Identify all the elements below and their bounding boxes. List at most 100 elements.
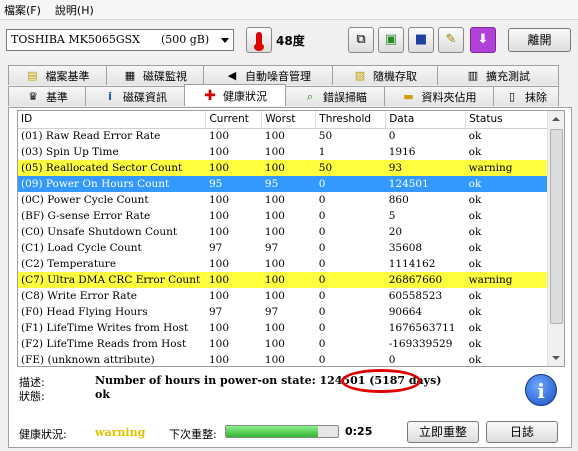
health-cross-icon: ✚ (204, 87, 216, 104)
table-row[interactable]: (09) Power On Hours Count 95 95 0 124501 ok (18, 176, 548, 192)
table-row[interactable]: (C2) Temperature 100 100 0 1114162 ok (18, 256, 548, 272)
tab-folder-usage[interactable]: ▬ 資料夾佔用 (384, 86, 494, 106)
red-circle-annotation (341, 369, 421, 393)
table-cell: 0 (315, 272, 386, 288)
tool-button[interactable]: ✎ (438, 27, 464, 53)
speaker-icon: ◀ (227, 68, 237, 82)
table-row[interactable]: (C1) Load Cycle Count 97 97 0 35608 ok (18, 240, 548, 256)
tab-file-benchmark[interactable]: ▤ 檔案基準 (8, 65, 107, 85)
table-row[interactable]: (01) Raw Read Error Rate 100 100 50 0 ok (18, 128, 548, 144)
random-access-icon: ▧ (354, 68, 366, 82)
table-cell: 100 (264, 338, 285, 350)
table-cell: ok (468, 146, 482, 158)
table-cell: ok (468, 290, 482, 302)
table-row[interactable]: (F1) LifeTime Writes from Host 100 100 0 167… (18, 320, 548, 336)
tab-random-access[interactable]: ▧ 隨機存取 (332, 65, 438, 85)
table-cell: 60558523 (388, 290, 443, 302)
table-cell: 35608 (388, 242, 423, 254)
menu-file[interactable]: 檔案(F) (4, 2, 41, 18)
refresh-now-button[interactable]: 立即重整 (407, 421, 479, 443)
scroll-up-icon[interactable] (548, 111, 564, 127)
col-header-threshold[interactable]: Threshold (315, 111, 387, 129)
tab-label: 自動噪音管理 (245, 69, 311, 83)
table-cell: 0 (318, 338, 326, 350)
table-cell: 97 (208, 306, 223, 318)
magnifier-icon: ⌕ (306, 89, 314, 103)
download-icon: ⬇ (477, 32, 489, 47)
drive-select[interactable]: TOSHIBA MK5065GSX (500 gB) (6, 29, 234, 51)
table-cell: 100 (264, 290, 285, 302)
col-header-id[interactable]: ID (18, 111, 207, 129)
table-row[interactable]: (BF) G-sense Error Rate 100 100 0 5 ok (18, 208, 548, 224)
health-panel: ID Current Worst Threshold Data Status (… (8, 107, 572, 448)
table-row[interactable]: (F2) LifeTime Reads from Host 100 100 0 -169… (18, 336, 548, 352)
toolbar: TOSHIBA MK5065GSX (500 gB) 48度 ⧉ ▣ ■ ✎ ⬇… (0, 20, 578, 60)
log-button[interactable]: 日誌 (486, 421, 558, 443)
table-cell: (C8) Write Error Rate (21, 290, 137, 302)
table-cell: 100 (208, 258, 230, 270)
table-row[interactable]: (C7) Ultra DMA CRC Error Count 100 100 0 268… (18, 272, 548, 288)
table-cell: 100 (264, 354, 285, 366)
table-cell: 95 (261, 176, 316, 192)
table-cell: 100 (205, 272, 262, 288)
tab-disk-monitor[interactable]: ▦ 磁碟監視 (106, 65, 204, 85)
table-cell: (BF) G-sense Error Rate (21, 210, 151, 222)
thermometer-bulb (254, 43, 264, 51)
table-cell: (09) Power On Hours Count (18, 176, 206, 192)
table-cell: 100 (264, 194, 285, 206)
tab-noise-management[interactable]: ◀ 自動噪音管理 (203, 65, 333, 85)
table-cell: 20 (388, 226, 403, 238)
table-row[interactable]: (C8) Write Error Rate 100 100 0 60558523 ok (18, 288, 548, 304)
table-row[interactable]: (C0) Unsafe Shutdown Count 100 100 0 20 ok (18, 224, 548, 240)
table-cell: (C2) Temperature (21, 258, 117, 270)
col-header-status[interactable]: Status (465, 111, 548, 129)
scroll-down-icon[interactable] (548, 350, 564, 366)
table-cell: 100 (208, 338, 230, 350)
menu-help[interactable]: 說明(H) (55, 2, 94, 18)
table-cell: 100 (208, 354, 230, 366)
tab-label: 磁碟資訊 (123, 90, 167, 104)
table-cell: 0 (388, 130, 396, 143)
table-row[interactable]: (0C) Power Cycle Count 100 100 0 860 ok (18, 192, 548, 208)
table-scrollbar[interactable] (547, 111, 564, 366)
table-cell: 90664 (388, 306, 423, 318)
table-cell: 0 (315, 176, 386, 192)
table-cell: (C1) Load Cycle Count (21, 242, 142, 254)
table-row[interactable]: (F0) Head Flying Hours 97 97 0 90664 ok (18, 304, 548, 320)
table-row[interactable]: (03) Spin Up Time 100 100 1 1916 ok (18, 144, 548, 160)
table-cell: (03) Spin Up Time (21, 146, 119, 158)
table-cell: 1916 (388, 146, 416, 158)
paste-button[interactable]: ▣ (378, 27, 404, 53)
table-cell: 100 (261, 272, 316, 288)
tab-health[interactable]: ✚ 健康狀況 (184, 84, 286, 106)
col-header-current[interactable]: Current (205, 111, 263, 129)
table-cell: 0 (318, 258, 326, 270)
table-row[interactable]: (05) Reallocated Sector Count 100 100 50 93 w… (18, 160, 548, 176)
table-cell: (01) Raw Read Error Rate (21, 130, 161, 143)
save-button[interactable]: ■ (408, 27, 434, 53)
table-cell: (C7) Ultra DMA CRC Error Count (18, 272, 206, 288)
col-header-data[interactable]: Data (385, 111, 467, 129)
table-cell: (FE) (unknown attribute) (21, 354, 155, 366)
tab-erase[interactable]: ▯ 抹除 (493, 86, 559, 106)
table-cell: ok (468, 210, 482, 222)
exit-button[interactable]: 離開 (508, 28, 571, 52)
chevron-down-icon (221, 38, 229, 43)
table-cell: 97 (208, 242, 223, 254)
tab-disk-info[interactable]: i 磁碟資訊 (85, 86, 185, 106)
col-header-worst[interactable]: Worst (261, 111, 317, 129)
table-cell: 93 (385, 160, 466, 176)
table-row[interactable]: (FE) (unknown attribute) 100 100 0 0 ok (18, 352, 548, 366)
tab-benchmark[interactable]: ♛ 基準 (8, 86, 86, 106)
download-button[interactable]: ⬇ (470, 27, 496, 53)
tab-label: 資料夾佔用 (421, 90, 477, 104)
tab-extra-test[interactable]: ▥ 擴充測試 (437, 65, 559, 85)
info-icon[interactable]: i (525, 374, 557, 406)
tab-error-scan[interactable]: ⌕ 錯誤掃瞄 (285, 86, 385, 106)
table-cell: 100 (208, 146, 230, 158)
status-label: 狀態: (19, 390, 45, 403)
smart-table: ID Current Worst Threshold Data Status (… (18, 111, 548, 366)
thermometer-button[interactable] (246, 27, 272, 53)
scroll-thumb[interactable] (550, 129, 563, 324)
copy-button[interactable]: ⧉ (348, 27, 374, 53)
